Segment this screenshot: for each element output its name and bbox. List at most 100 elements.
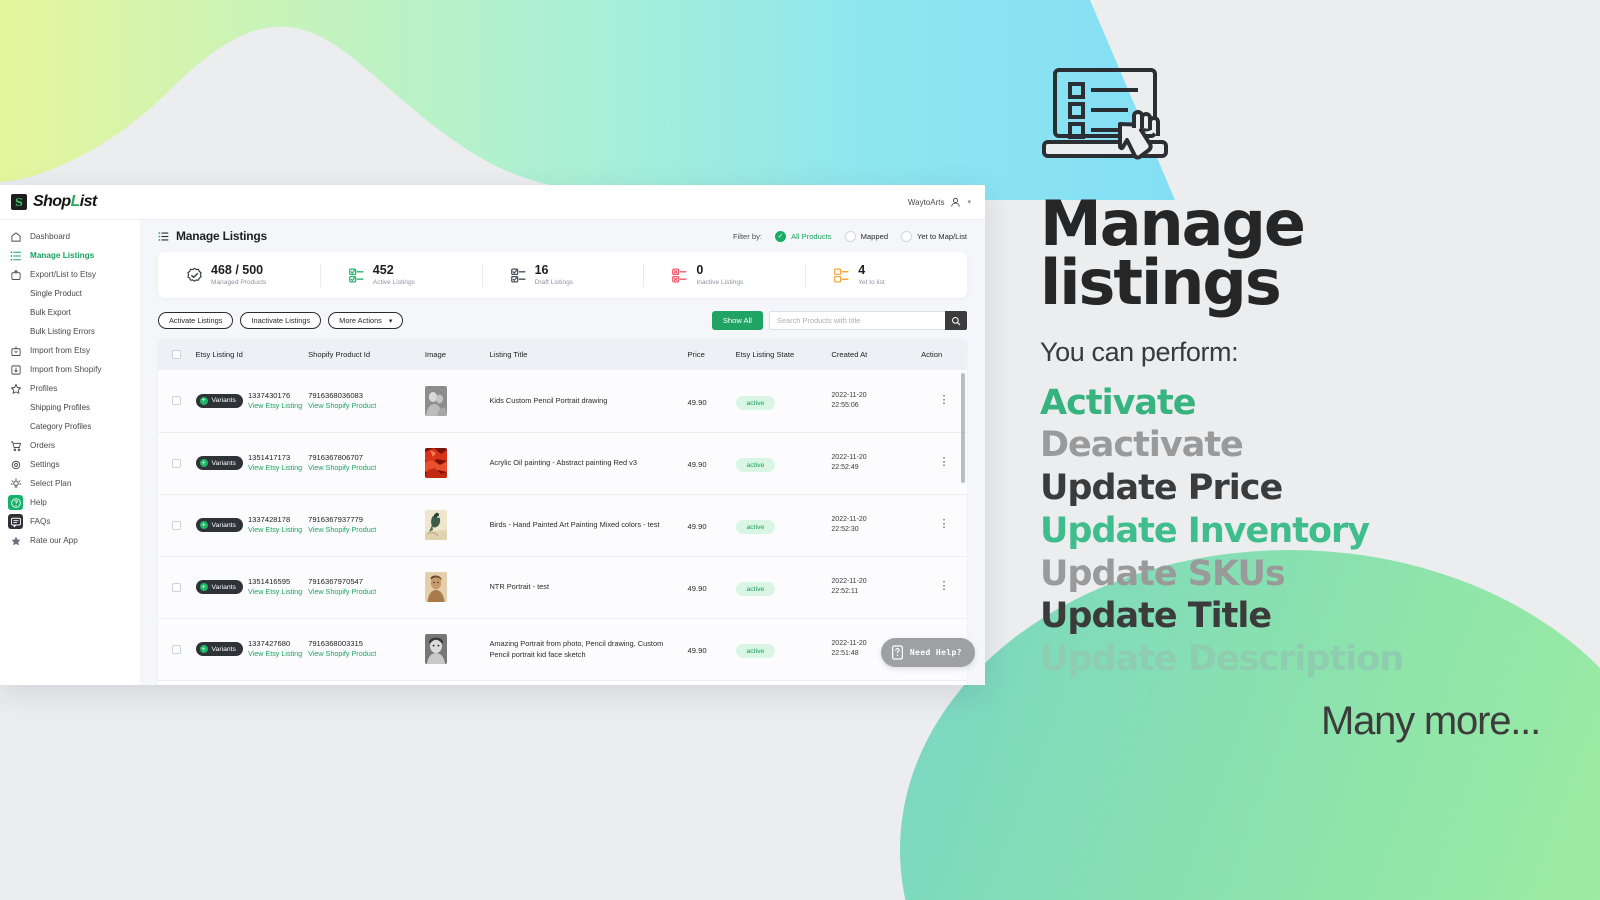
view-shopify-product-link[interactable]: View Shopify Product <box>308 525 425 535</box>
table-row[interactable]: + Variants 1351417173 View Etsy Listing 7916… <box>158 432 967 494</box>
table-row[interactable]: + Variants 1337428178 View Etsy Listing 7916… <box>158 494 967 556</box>
marketing-feature-item: Update Inventory <box>1040 510 1370 551</box>
row-menu-icon[interactable]: ⋮ <box>921 519 967 529</box>
table-scrollbar[interactable] <box>961 373 965 483</box>
filter-option-all-products[interactable]: All Products <box>775 230 832 242</box>
variants-button[interactable]: + Variants <box>195 393 243 408</box>
view-etsy-listing-link[interactable]: View Etsy Listing <box>248 525 302 535</box>
sidebar-item-rate-our-app[interactable]: Rate our App <box>0 531 140 550</box>
download-box-icon <box>10 345 21 356</box>
show-all-button[interactable]: Show All <box>711 311 763 330</box>
view-shopify-product-link[interactable]: View Shopify Product <box>308 649 425 659</box>
col-shopify-product-id[interactable]: Shopify Product Id <box>308 339 425 370</box>
col-image[interactable]: Image <box>425 339 490 370</box>
marketing-feature-item: Activate <box>1040 382 1196 423</box>
created-time: 22:52:49 <box>831 464 859 471</box>
price-cell: 49.90 <box>688 432 736 494</box>
variants-button[interactable]: + Variants <box>195 456 243 470</box>
logo-text-part1: Shop <box>33 193 71 210</box>
variants-button[interactable]: + Variants <box>195 642 243 656</box>
view-etsy-listing-link[interactable]: View Etsy Listing <box>248 463 302 473</box>
col-price[interactable]: Price <box>688 339 736 370</box>
shopify-product-id-cell: 7916367970547 View Shopify Product <box>308 556 425 618</box>
sidebar-item-export-list-to-etsy[interactable]: Export/List to Etsy <box>0 265 140 284</box>
sidebar-item-category-profiles[interactable]: Category Profiles <box>0 417 140 436</box>
listing-title-cell: NTR Portrait - test <box>489 556 687 618</box>
checklist-icon-wrap <box>348 267 365 284</box>
table-row[interactable]: + Variants 1337427680 View Etsy Listing 7916… <box>158 618 967 680</box>
row-checkbox[interactable] <box>172 396 181 406</box>
sidebar-item-label: Bulk Listing Errors <box>30 327 95 336</box>
person-icon[interactable] <box>950 197 961 208</box>
sidebar-item-profiles[interactable]: Profiles <box>0 379 140 398</box>
col-etsy-listing-id[interactable]: Etsy Listing Id <box>196 339 309 370</box>
row-checkbox[interactable] <box>172 582 181 592</box>
filter-option-mapped[interactable]: Mapped <box>844 230 888 242</box>
sidebar-item-dashboard[interactable]: Dashboard <box>0 227 140 246</box>
sidebar-item-bulk-export[interactable]: Bulk Export <box>0 303 140 322</box>
view-etsy-listing-link[interactable]: View Etsy Listing <box>248 587 302 597</box>
col-created-at[interactable]: Created At <box>831 339 921 370</box>
stat-text: 4 Yet to list <box>858 263 885 286</box>
home-icon <box>8 229 23 244</box>
price-cell: 49.90 <box>688 494 736 556</box>
upload-box-icon <box>8 267 23 282</box>
sidebar-item-import-from-etsy[interactable]: Import from Etsy <box>0 341 140 360</box>
search-icon <box>952 316 961 325</box>
sidebar-item-help[interactable]: Help <box>0 493 140 512</box>
search-button[interactable] <box>945 311 967 330</box>
listing-title: Kids Custom Pencil Portrait drawing <box>489 396 608 406</box>
sidebar-item-select-plan[interactable]: Select Plan <box>0 474 140 493</box>
plus-icon: + <box>199 459 208 467</box>
col-etsy-listing-state[interactable]: Etsy Listing State <box>736 339 832 370</box>
sidebar-item-settings[interactable]: Settings <box>0 455 140 474</box>
chevron-down-icon[interactable]: ▾ <box>967 198 971 206</box>
table-row[interactable]: + Variants 1337430176 View Etsy Listing 7916… <box>158 370 967 432</box>
sidebar-item-manage-listings[interactable]: Manage Listings <box>0 246 140 265</box>
sidebar-item-faqs[interactable]: FAQs <box>0 512 140 531</box>
app-logo[interactable]: S ShopList <box>0 185 140 220</box>
variants-button[interactable]: + Variants <box>195 518 243 532</box>
plus-icon: + <box>199 396 208 405</box>
sidebar-item-orders[interactable]: Orders <box>0 436 140 455</box>
more-actions-button[interactable]: More Actions ▾ <box>328 312 404 329</box>
list-icon <box>158 231 169 241</box>
row-checkbox[interactable] <box>172 644 181 654</box>
row-checkbox[interactable] <box>172 458 181 468</box>
select-all-checkbox[interactable] <box>172 350 181 359</box>
filter-group: Filter by: All Products Mapped Yet to Map/… <box>733 230 967 242</box>
variants-button[interactable]: + Variants <box>195 580 243 594</box>
chat-icon <box>8 514 23 529</box>
sidebar-item-bulk-listing-errors[interactable]: Bulk Listing Errors <box>0 322 140 341</box>
sidebar-item-shipping-profiles[interactable]: Shipping Profiles <box>0 398 140 417</box>
etsy-listing-id: 1337430176 <box>247 390 291 400</box>
etsy-listing-id-cell: + Variants 1351416595 View Etsy Listing <box>195 556 309 618</box>
col-action: Action <box>921 350 943 359</box>
download-arrow-icon <box>10 364 21 375</box>
row-menu-icon[interactable]: ⋮ <box>921 581 967 591</box>
view-shopify-product-link[interactable]: View Shopify Product <box>308 587 425 597</box>
product-image-cell <box>424 370 490 432</box>
sidebar-item-import-from-shopify[interactable]: Import from Shopify <box>0 360 140 379</box>
sidebar-item-single-product[interactable]: Single Product <box>0 284 140 303</box>
sidebar-item-label: Orders <box>30 441 56 450</box>
search-input[interactable] <box>769 311 945 330</box>
stat-managed-products: 468 / 500 Managed Products <box>158 252 320 298</box>
etsy-listing-id-cell: + Variants 1337430176 View Etsy Listing <box>195 370 309 432</box>
view-shopify-product-link[interactable]: View Shopify Product <box>308 463 425 473</box>
page-title: Manage Listings <box>176 229 268 243</box>
created-at-cell: 2022-11-20 22:52:11 <box>831 556 921 618</box>
need-help-button[interactable]: Need Help? <box>880 638 975 667</box>
view-shopify-product-link[interactable]: View Shopify Product <box>308 401 425 411</box>
col-listing-title[interactable]: Listing Title <box>489 339 687 370</box>
view-etsy-listing-link[interactable]: View Etsy Listing <box>248 649 302 659</box>
sidebar-item-label: Import from Shopify <box>30 365 102 374</box>
upload-box-icon <box>10 269 21 280</box>
filter-option-yet-to-map-list[interactable]: Yet to Map/List <box>901 230 967 242</box>
inactivate-listings-button[interactable]: Inactivate Listings <box>240 312 322 329</box>
activate-listings-button[interactable]: Activate Listings <box>158 312 234 329</box>
table-row[interactable]: + Variants 1351416595 View Etsy Listing 7916… <box>158 556 967 618</box>
view-etsy-listing-link[interactable]: View Etsy Listing <box>248 401 302 411</box>
laptop-checklist-cursor-icon <box>1042 68 1168 160</box>
row-checkbox[interactable] <box>172 520 181 530</box>
